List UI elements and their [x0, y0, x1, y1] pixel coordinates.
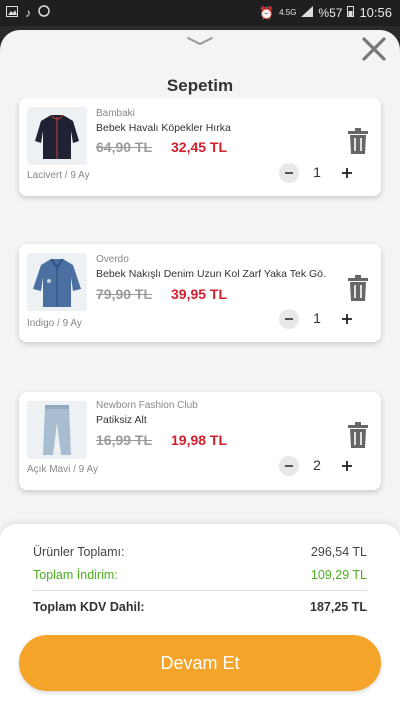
page-title: Sepetim: [166, 76, 234, 95]
product-name[interactable]: Patiksiz Alt: [96, 414, 326, 426]
product-variant: Açık Mavi / 9 Ay: [27, 464, 98, 475]
subtotal-value: 296,54 TL: [310, 545, 367, 559]
alarm-icon: ⏰: [259, 5, 275, 20]
product-name[interactable]: Bebek Havalı Köpekler Hırka: [96, 122, 326, 134]
continue-button[interactable]: Devam Et: [19, 635, 381, 691]
sale-price: 19,98 TL: [171, 432, 228, 448]
product-image[interactable]: [27, 107, 87, 165]
divider: [33, 590, 367, 591]
network-type: 4.5G: [279, 8, 297, 17]
subtotal-row: Ürünler Toplamı: 296,54 TL: [33, 545, 367, 559]
quantity-value: 1: [313, 164, 321, 180]
product-variant: Lacivert / 9 Ay: [27, 170, 90, 181]
gallery-icon: [6, 5, 18, 20]
sale-price: 32,45 TL: [171, 139, 228, 155]
battery-percent: %57: [318, 5, 343, 20]
close-icon[interactable]: [359, 34, 389, 64]
product-brand: Newborn Fashion Club: [96, 400, 198, 411]
increase-quantity-button[interactable]: [337, 456, 357, 476]
signal-icon: [301, 5, 314, 20]
chevron-down-icon[interactable]: [186, 34, 214, 46]
product-variant: Indigo / 9 Ay: [27, 318, 82, 329]
trash-icon[interactable]: [347, 422, 369, 448]
product-image[interactable]: [27, 253, 87, 311]
sync-icon: [38, 5, 50, 20]
discount-value: 109,29 TL: [310, 568, 367, 582]
product-image[interactable]: [27, 401, 87, 459]
discount-row: Toplam İndirim: 109,29 TL: [33, 568, 367, 582]
music-icon: ♪: [25, 5, 31, 20]
cart-item-list[interactable]: Bambaki Bebek Havalı Köpekler Hırka 64,9…: [0, 98, 400, 538]
cart-item: Newborn Fashion Club Patiksiz Alt 16,99 …: [19, 392, 381, 490]
old-price: 64,90 TL: [96, 139, 153, 155]
quantity-value: 1: [313, 310, 321, 326]
sale-price: 39,95 TL: [171, 286, 228, 302]
cart-sheet: Sepetim Bambaki Bebek Havalı Köpekler Hı…: [0, 30, 400, 711]
cart-item: Overdo Bebek Nakışlı Denim Uzun Kol Zarf…: [19, 244, 381, 342]
cart-item: Bambaki Bebek Havalı Köpekler Hırka 64,9…: [19, 98, 381, 196]
product-brand: Bambaki: [96, 108, 135, 119]
status-bar: ♪ ⏰ 4.5G %57 10:56: [0, 0, 400, 26]
increase-quantity-button[interactable]: [337, 163, 357, 183]
total-label: Toplam KDV Dahil:: [33, 600, 145, 614]
total-row: Toplam KDV Dahil: 187,25 TL: [33, 600, 367, 614]
total-value: 187,25 TL: [310, 600, 367, 614]
increase-quantity-button[interactable]: [337, 309, 357, 329]
subtotal-label: Ürünler Toplamı:: [33, 545, 125, 559]
trash-icon[interactable]: [347, 128, 369, 154]
product-name[interactable]: Bebek Nakışlı Denim Uzun Kol Zarf Yaka T…: [96, 268, 326, 280]
discount-label: Toplam İndirim:: [33, 568, 118, 582]
battery-icon: [347, 5, 355, 20]
trash-icon[interactable]: [347, 275, 369, 301]
old-price: 79,90 TL: [96, 286, 153, 302]
product-brand: Overdo: [96, 254, 129, 265]
decrease-quantity-button[interactable]: [279, 456, 299, 476]
quantity-value: 2: [313, 457, 321, 473]
old-price: 16,99 TL: [96, 432, 153, 448]
decrease-quantity-button[interactable]: [279, 309, 299, 329]
decrease-quantity-button[interactable]: [279, 163, 299, 183]
clock: 10:56: [359, 5, 392, 20]
